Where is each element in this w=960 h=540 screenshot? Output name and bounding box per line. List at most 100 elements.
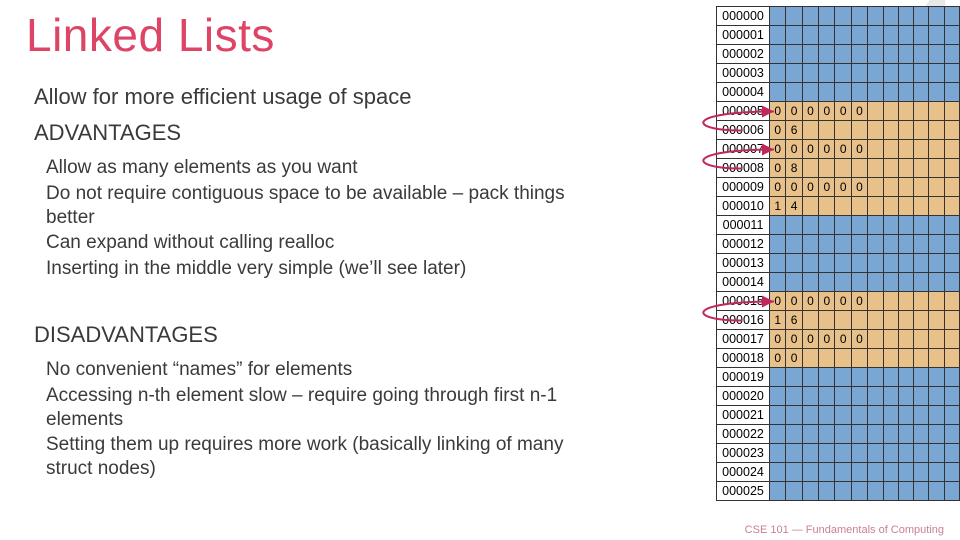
memory-cell: 0 xyxy=(786,292,802,311)
memory-cell xyxy=(851,463,867,482)
memory-cell xyxy=(819,463,835,482)
memory-cell xyxy=(786,444,802,463)
memory-cell xyxy=(883,83,898,102)
memory-cell xyxy=(835,26,851,45)
memory-cell xyxy=(944,102,959,121)
memory-cell: 0 xyxy=(802,140,818,159)
memory-cell: 0 xyxy=(802,178,818,197)
memory-cell xyxy=(914,178,929,197)
memory-cell xyxy=(914,102,929,121)
memory-cell xyxy=(914,311,929,330)
memory-cell: 0 xyxy=(819,330,835,349)
disadvantages-list: No convenient “names” for elements Acces… xyxy=(46,358,606,483)
memory-cell xyxy=(944,159,959,178)
memory-cell xyxy=(786,368,802,387)
memory-cell xyxy=(770,254,786,273)
memory-cell: 0 xyxy=(802,330,818,349)
memory-cell: 0 xyxy=(786,178,802,197)
disadvantages-heading: DISADVANTAGES xyxy=(34,322,218,348)
memory-cell xyxy=(770,45,786,64)
memory-cell xyxy=(883,463,898,482)
memory-cell xyxy=(914,45,929,64)
memory-cell xyxy=(851,83,867,102)
memory-cell xyxy=(898,64,913,83)
memory-cell xyxy=(786,254,802,273)
memory-cell xyxy=(802,349,818,368)
memory-cell xyxy=(802,406,818,425)
memory-address: 000011 xyxy=(717,216,770,235)
memory-cell xyxy=(819,159,835,178)
memory-cell xyxy=(770,482,786,501)
memory-cell xyxy=(914,26,929,45)
memory-address: 000002 xyxy=(717,45,770,64)
memory-cell xyxy=(835,444,851,463)
memory-cell xyxy=(835,7,851,26)
list-item: Inserting in the middle very simple (we’… xyxy=(46,257,606,281)
memory-cell xyxy=(802,216,818,235)
memory-cell xyxy=(944,45,959,64)
memory-cell xyxy=(802,7,818,26)
memory-cell xyxy=(883,254,898,273)
memory-cell xyxy=(898,121,913,140)
memory-grid: 0000000000010000020000030000040000050000… xyxy=(716,6,960,501)
memory-cell xyxy=(851,482,867,501)
memory-cell xyxy=(929,102,944,121)
memory-cell xyxy=(929,349,944,368)
memory-cell xyxy=(868,102,883,121)
memory-cell xyxy=(898,216,913,235)
memory-cell xyxy=(835,83,851,102)
memory-cell xyxy=(802,368,818,387)
memory-cell xyxy=(819,387,835,406)
memory-cell xyxy=(944,406,959,425)
memory-cell: 0 xyxy=(819,178,835,197)
memory-cell xyxy=(835,64,851,83)
memory-cell xyxy=(883,235,898,254)
memory-cell xyxy=(883,178,898,197)
memory-cell: 0 xyxy=(851,102,867,121)
memory-cell xyxy=(898,178,913,197)
memory-cell xyxy=(929,7,944,26)
memory-cell xyxy=(929,178,944,197)
memory-cell xyxy=(802,45,818,64)
memory-cell xyxy=(835,349,851,368)
memory-cell xyxy=(786,7,802,26)
memory-cell xyxy=(883,197,898,216)
memory-cell xyxy=(883,482,898,501)
memory-cell xyxy=(883,425,898,444)
memory-cell xyxy=(868,349,883,368)
memory-cell: 4 xyxy=(786,197,802,216)
memory-cell xyxy=(929,330,944,349)
memory-cell xyxy=(802,83,818,102)
memory-cell xyxy=(770,235,786,254)
memory-cell xyxy=(898,425,913,444)
memory-cell xyxy=(802,482,818,501)
memory-cell xyxy=(944,197,959,216)
memory-cell xyxy=(835,368,851,387)
memory-address: 000009 xyxy=(717,178,770,197)
memory-cell xyxy=(944,444,959,463)
memory-cell xyxy=(819,482,835,501)
memory-cell xyxy=(770,406,786,425)
memory-cell xyxy=(851,45,867,64)
memory-address: 000012 xyxy=(717,235,770,254)
memory-cell: 0 xyxy=(851,330,867,349)
memory-cell xyxy=(802,273,818,292)
memory-cell xyxy=(835,311,851,330)
memory-cell xyxy=(819,121,835,140)
memory-cell xyxy=(802,254,818,273)
memory-cell xyxy=(802,425,818,444)
memory-cell xyxy=(883,311,898,330)
memory-cell xyxy=(898,254,913,273)
memory-cell: 0 xyxy=(835,330,851,349)
memory-address: 000017 xyxy=(717,330,770,349)
memory-cell xyxy=(944,463,959,482)
memory-cell xyxy=(802,387,818,406)
memory-cell xyxy=(770,26,786,45)
memory-cell xyxy=(770,273,786,292)
memory-cell xyxy=(898,444,913,463)
memory-cell xyxy=(770,425,786,444)
memory-cell xyxy=(944,273,959,292)
memory-cell xyxy=(883,140,898,159)
memory-cell xyxy=(851,254,867,273)
memory-cell xyxy=(770,368,786,387)
